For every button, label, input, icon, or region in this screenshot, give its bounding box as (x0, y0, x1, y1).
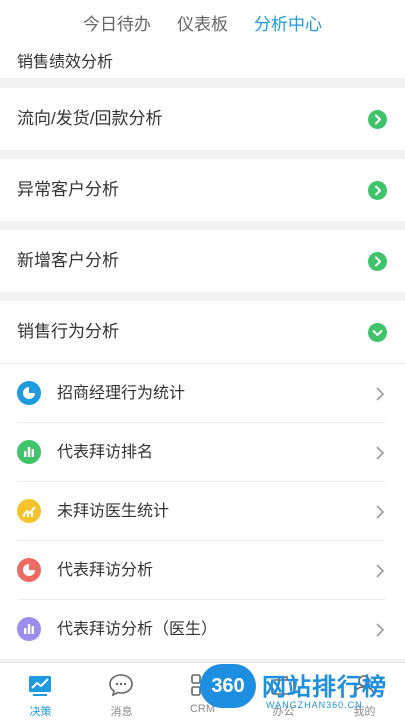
list-item[interactable]: 代表拜访分析（医生） (0, 600, 405, 659)
section-abnormal-customer[interactable]: 异常客户分析 (0, 159, 405, 221)
list-item[interactable]: 代表拜访排名 (0, 423, 405, 482)
line-chart-icon (17, 499, 41, 523)
pie-chart-icon (17, 558, 41, 582)
tab-today-todo[interactable]: 今日待办 (70, 0, 164, 50)
nav-label: 消息 (110, 706, 133, 718)
chevron-right-icon (376, 564, 385, 578)
list-item-label: 代表拜访分析 (57, 562, 154, 579)
section-label: 新增客户分析 (17, 251, 119, 270)
chart-monitor-icon (29, 676, 51, 696)
chevron-right-icon (376, 387, 385, 401)
watermark-subtitle: WANGZHAN360.CN (266, 700, 363, 710)
list-item-label: 代表拜访排名 (57, 444, 154, 461)
expand-arrow-icon[interactable] (368, 110, 387, 129)
tab-dashboard[interactable]: 仪表板 (164, 0, 241, 50)
pie-chart-icon (17, 381, 41, 405)
analysis-list: 销售绩效分析 流向/发货/回款分析 异常客户分析 新增客户分析 销售行为分析 招… (0, 0, 405, 662)
section-label: 销售行为分析 (17, 322, 119, 341)
section-sales-behavior[interactable]: 销售行为分析 (0, 301, 405, 363)
list-item-label: 招商经理行为统计 (57, 385, 186, 402)
chevron-right-icon (376, 446, 385, 460)
bar-chart-icon (17, 617, 41, 641)
list-item-label: 代表拜访分析（医生） (57, 621, 218, 638)
section-label: 异常客户分析 (17, 180, 119, 199)
watermark-badge: 360 (200, 664, 256, 708)
watermark-title: 网站排行榜 (262, 674, 387, 701)
bar-chart-icon (17, 440, 41, 464)
list-item[interactable]: 未拜访医生统计 (0, 482, 405, 541)
chat-bubble-icon (109, 674, 133, 697)
collapse-arrow-icon[interactable] (368, 323, 387, 342)
top-tab-bar: 今日待办 仪表板 分析中心 (0, 0, 405, 50)
tab-analysis-center[interactable]: 分析中心 (241, 0, 335, 50)
watermark-logo: 360 网站排行榜 WANGZHAN360.CN (196, 662, 405, 720)
expand-arrow-icon[interactable] (368, 181, 387, 200)
chevron-right-icon (376, 505, 385, 519)
list-item-label: 未拜访医生统计 (57, 503, 170, 520)
list-item[interactable]: 招商经理行为统计 (0, 364, 405, 423)
list-item[interactable]: 代表拜访分析 (0, 541, 405, 600)
nav-label: 决策 (29, 706, 52, 718)
section-new-customer[interactable]: 新增客户分析 (0, 230, 405, 292)
chevron-right-icon (376, 623, 385, 637)
partial-section-label: 销售绩效分析 (17, 54, 114, 71)
section-label: 流向/发货/回款分析 (17, 109, 163, 128)
section-flow-analysis[interactable]: 流向/发货/回款分析 (0, 88, 405, 150)
nav-decision[interactable]: 决策 (0, 663, 81, 720)
expand-arrow-icon[interactable] (368, 252, 387, 271)
nav-messages[interactable]: 消息 (81, 663, 162, 720)
